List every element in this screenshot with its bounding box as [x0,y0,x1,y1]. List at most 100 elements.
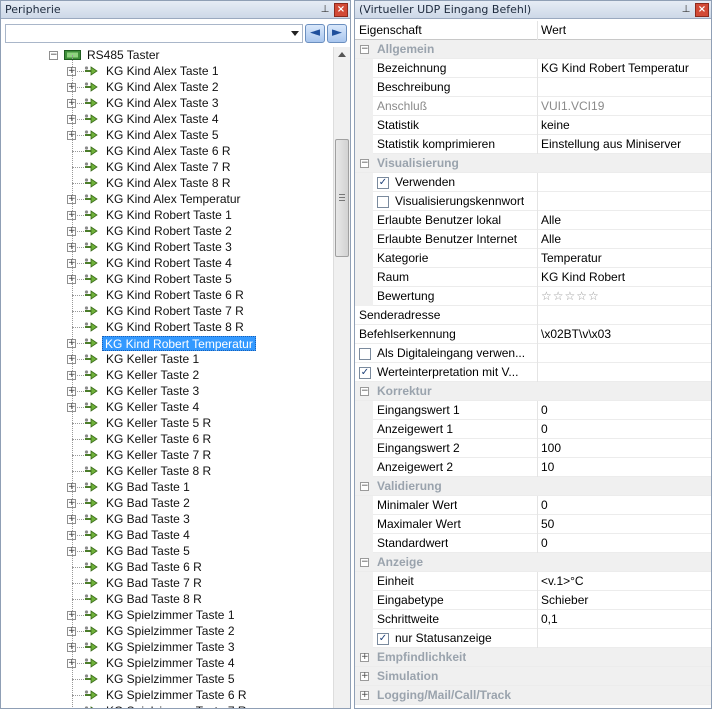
tree-item[interactable]: + KG Spielzimmer Taste 3 [1,631,333,655]
tree-item[interactable]: KG Keller Taste 8 R [1,455,333,479]
property-row[interactable]: Raum KG Kind Robert [355,268,711,287]
property-row[interactable]: Standardwert 0 [355,534,711,553]
checkbox[interactable] [377,196,389,208]
property-value[interactable]: Temperatur [537,249,711,268]
tree-item[interactable]: + KG Kind Robert Taste 1 [1,199,333,223]
property-value[interactable] [537,306,711,325]
tree-item[interactable]: + KG Spielzimmer Taste 2 [1,615,333,639]
property-row[interactable]: Erlaubte Benutzer Internet Alle [355,230,711,249]
property-value[interactable]: KG Kind Robert Temperatur [537,59,711,78]
tree-item[interactable]: KG Kind Robert Taste 6 R [1,279,333,303]
property-category[interactable]: + Empfindlichkeit [355,648,711,667]
property-value[interactable]: 10 [537,458,711,477]
collapse-icon[interactable]: − [49,51,58,60]
close-icon[interactable]: × [334,3,348,17]
property-value[interactable]: \x02BT\v\x03 [537,325,711,344]
property-row[interactable]: Einheit <v.1>°C [355,572,711,591]
tree-item[interactable]: KG Spielzimmer Taste 7 R [1,695,333,708]
scroll-thumb[interactable] [335,139,349,257]
tree-item[interactable]: + KG Bad Taste 1 [1,471,333,495]
tree-item[interactable]: + KG Bad Taste 5 [1,535,333,559]
property-row[interactable]: ✓ nur Statusanzeige [355,629,711,648]
tree-item[interactable]: + KG Kind Robert Taste 3 [1,231,333,255]
tree-item[interactable]: + KG Spielzimmer Taste 4 [1,647,333,671]
property-row[interactable]: Kategorie Temperatur [355,249,711,268]
tree-item[interactable]: + KG Kind Alex Taste 2 [1,71,333,95]
tree-item[interactable]: + KG Kind Alex Temperatur [1,183,333,207]
chevron-down-icon[interactable] [291,31,299,36]
property-value[interactable]: 100 [537,439,711,458]
tree-item[interactable]: + KG Kind Alex Taste 4 [1,103,333,127]
checkbox[interactable]: ✓ [377,177,389,189]
property-row[interactable]: Minimaler Wert 0 [355,496,711,515]
tree-item[interactable]: KG Keller Taste 6 R [1,423,333,447]
pin-icon[interactable]: ⊥ [318,3,332,17]
tree-item[interactable]: KG Kind Alex Taste 6 R [1,135,333,159]
tree-item[interactable]: KG Keller Taste 5 R [1,407,333,431]
property-row[interactable]: Beschreibung [355,78,711,97]
expand-icon[interactable]: + [360,672,369,681]
tree-root-item[interactable]: − RS485 Taster [1,47,333,63]
property-row[interactable]: Senderadresse [355,306,711,325]
property-row[interactable]: Als Digitaleingang verwen... [355,344,711,363]
tree-item[interactable]: + KG Keller Taste 2 [1,359,333,383]
rating-stars[interactable]: ☆☆☆☆☆ [537,287,711,306]
property-category[interactable]: + Logging/Mail/Call/Track [355,686,711,705]
tree-item[interactable]: + KG Kind Robert Taste 2 [1,215,333,239]
tree-item[interactable]: + KG Keller Taste 4 [1,391,333,415]
property-category[interactable]: − Visualisierung [355,154,711,173]
property-row[interactable]: Erlaubte Benutzer lokal Alle [355,211,711,230]
close-icon[interactable]: × [695,3,709,17]
property-row[interactable]: Bezeichnung KG Kind Robert Temperatur [355,59,711,78]
tree-item[interactable]: KG Bad Taste 6 R [1,551,333,575]
property-value[interactable]: <v.1>°C [537,572,711,591]
property-row[interactable]: Statistik komprimieren Einstellung aus Mi… [355,135,711,154]
tree-item[interactable]: KG Kind Alex Taste 7 R [1,151,333,175]
tree-item[interactable]: + KG Kind Alex Taste 1 [1,55,333,79]
property-value[interactable]: VUI1.VCI19 [537,97,711,116]
property-value[interactable] [537,78,711,97]
property-row[interactable]: Anzeigewert 2 10 [355,458,711,477]
tree-item[interactable]: KG Kind Robert Taste 8 R [1,311,333,335]
property-row[interactable]: Anschluß VUI1.VCI19 [355,97,711,116]
property-value[interactable]: Alle [537,230,711,249]
property-category[interactable]: − Validierung [355,477,711,496]
property-value[interactable]: 0 [537,420,711,439]
tree-item[interactable]: KG Spielzimmer Taste 6 R [1,679,333,703]
tree-item[interactable]: KG Spielzimmer Taste 5 [1,663,333,687]
property-row[interactable]: Anzeigewert 1 0 [355,420,711,439]
property-row[interactable]: ✓ Verwenden [355,173,711,192]
property-row[interactable]: Maximaler Wert 50 [355,515,711,534]
tree-item[interactable]: + KG Keller Taste 1 [1,343,333,367]
tree-item[interactable]: + KG Kind Robert Taste 5 [1,263,333,287]
pin-icon[interactable]: ⊥ [679,3,693,17]
property-value[interactable]: 0,1 [537,610,711,629]
property-row[interactable]: Bewertung ☆☆☆☆☆ [355,287,711,306]
back-button[interactable]: ◄ [305,24,325,43]
tree-item[interactable]: KG Bad Taste 8 R [1,583,333,607]
tree-item[interactable]: + KG Keller Taste 3 [1,375,333,399]
forward-button[interactable]: ► [327,24,347,43]
property-category[interactable]: − Korrektur [355,382,711,401]
collapse-icon[interactable]: − [360,159,369,168]
property-row[interactable]: Befehlserkennung \x02BT\v\x03 [355,325,711,344]
tree-item[interactable]: KG Kind Robert Taste 7 R [1,295,333,319]
property-value[interactable]: 0 [537,496,711,515]
property-category[interactable]: − Allgemein [355,40,711,59]
collapse-icon[interactable]: − [360,45,369,54]
tree-item[interactable]: + KG Bad Taste 4 [1,519,333,543]
property-row[interactable]: Visualisierungskennwort [355,192,711,211]
collapse-icon[interactable]: − [360,558,369,567]
property-category[interactable]: − Anzeige [355,553,711,572]
tree-item[interactable]: + KG Kind Alex Taste 5 [1,119,333,143]
scroll-up-icon[interactable] [338,52,346,57]
property-category[interactable]: + Simulation [355,667,711,686]
tree-item[interactable]: + KG Bad Taste 2 [1,487,333,511]
property-value[interactable]: 0 [537,401,711,420]
collapse-icon[interactable]: − [360,482,369,491]
collapse-icon[interactable]: − [360,387,369,396]
tree-item[interactable]: KG Bad Taste 7 R [1,567,333,591]
checkbox[interactable] [359,348,371,360]
tree-item[interactable]: + KG Kind Robert Temperatur [1,327,333,351]
property-value[interactable]: 0 [537,534,711,553]
